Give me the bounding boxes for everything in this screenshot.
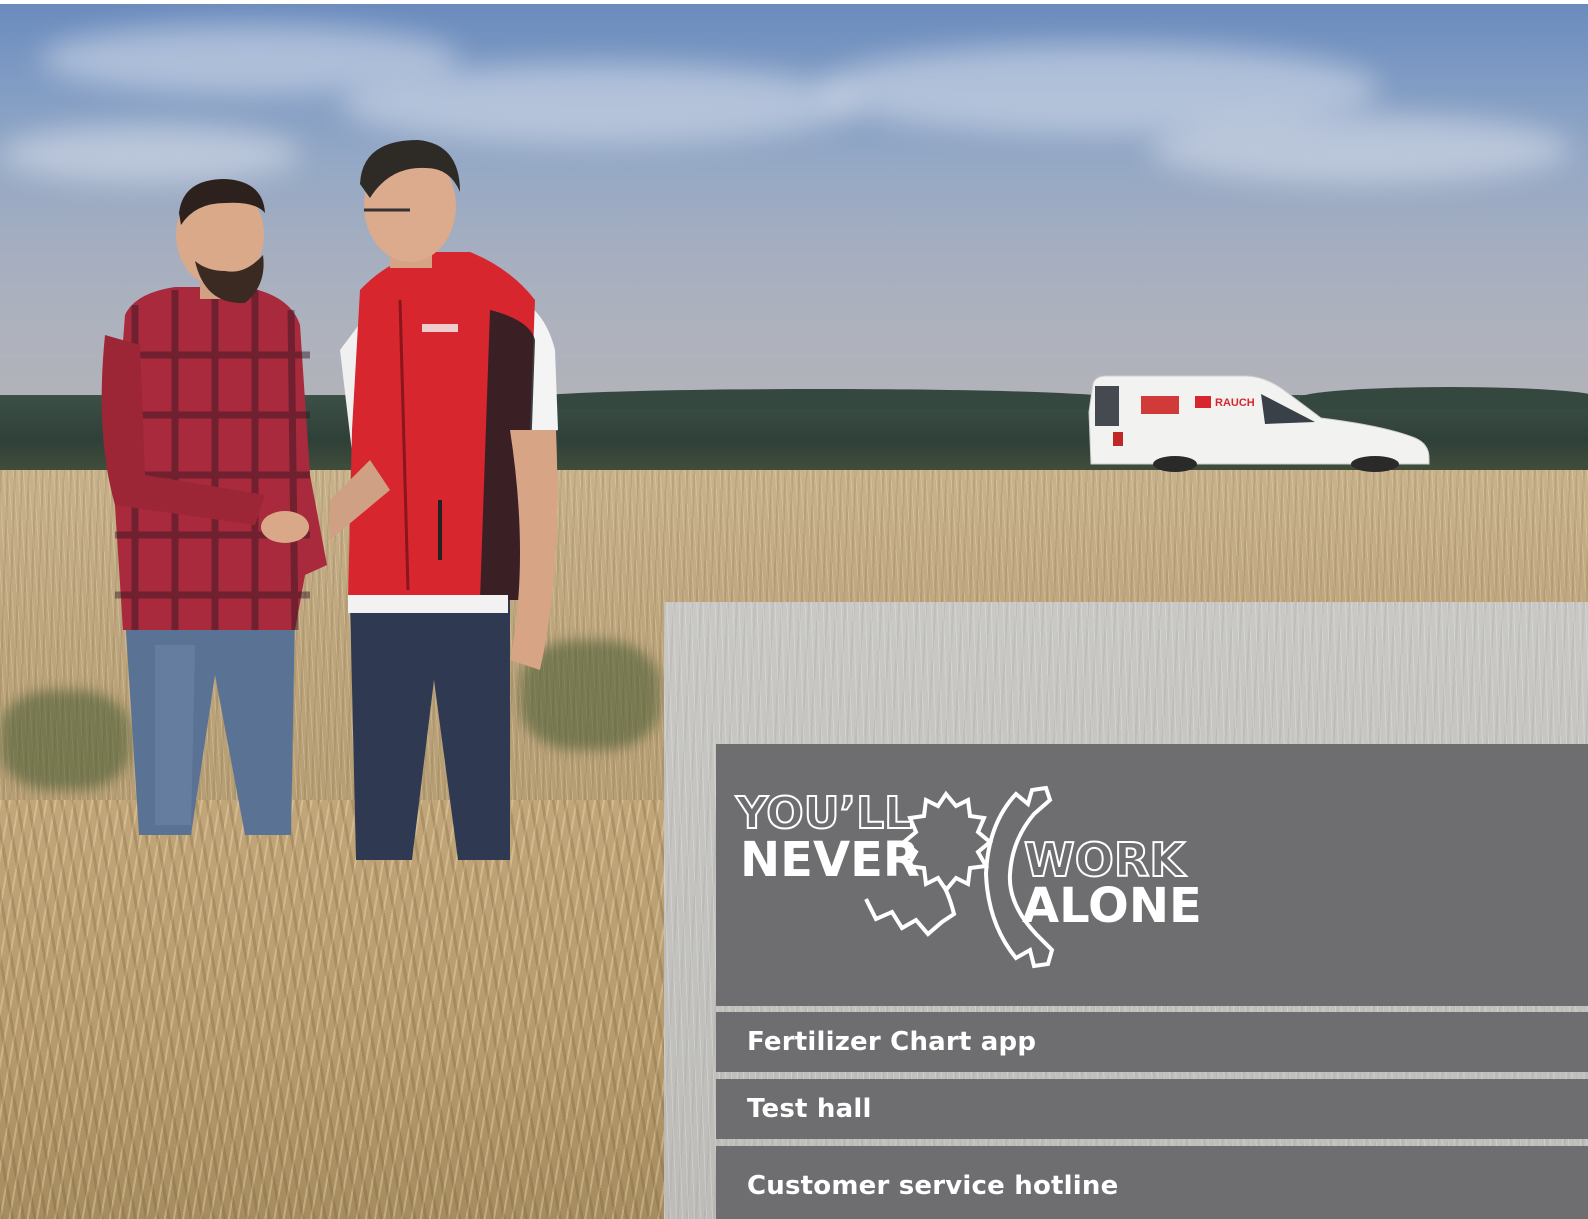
rauch-advisor xyxy=(330,140,558,860)
slogan-line4: ALONE xyxy=(1022,878,1202,934)
slogan-line2: NEVER xyxy=(740,832,920,888)
slogan-logo-box: YOU’LL NEVER WORK ALONE xyxy=(716,744,1588,1006)
menu-item-fertilizer-chart-app[interactable]: Fertilizer Chart app xyxy=(716,1012,1588,1072)
menu-item-label: Fertilizer Chart app xyxy=(747,1027,1037,1057)
farmer xyxy=(101,179,327,835)
menu-item-label: Test hall xyxy=(747,1094,872,1124)
service-van: RAUCH xyxy=(1088,375,1430,472)
menu-item-label: Customer service hotline xyxy=(747,1171,1119,1201)
menu-item-customer-service-hotline[interactable]: Customer service hotline xyxy=(716,1146,1588,1219)
slogan-logo: YOU’LL NEVER WORK ALONE xyxy=(734,785,1202,969)
hero-photo: RAUCH YOU’LL NEVER WORK ALONE Fertilizer… xyxy=(0,0,1588,1219)
menu-item-test-hall[interactable]: Test hall xyxy=(716,1079,1588,1139)
van-brand-text: RAUCH xyxy=(1215,397,1255,409)
